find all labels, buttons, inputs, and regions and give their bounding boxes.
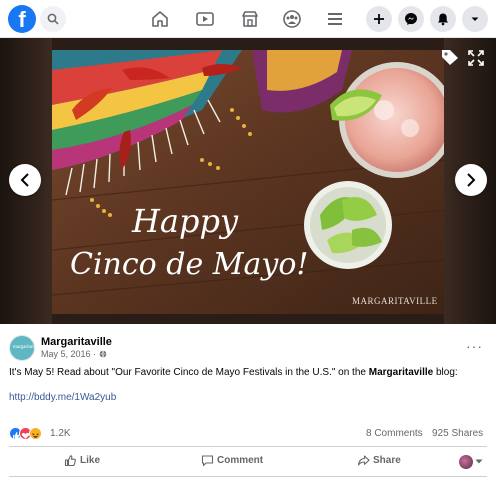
search-icon (47, 13, 59, 25)
fullscreen-expand-icon[interactable] (468, 50, 484, 66)
home-icon[interactable] (149, 8, 171, 30)
bell-icon (438, 13, 448, 26)
comment-label: Comment (217, 455, 264, 466)
tag-icon[interactable] (440, 48, 460, 66)
caret-down-icon[interactable] (475, 459, 483, 465)
haha-reaction-icon (29, 427, 42, 440)
search-button[interactable] (40, 6, 66, 32)
caret-down-icon (471, 17, 479, 21)
post-text-part2: blog: (433, 367, 458, 378)
messenger-button[interactable] (398, 6, 424, 32)
comments-count[interactable]: 8 Comments (366, 428, 423, 439)
marketplace-icon[interactable] (239, 8, 261, 30)
post-text-part1: It's May 5! Read about "Our Favorite Cin… (9, 367, 369, 378)
thumbs-up-icon (64, 455, 76, 467)
top-navigation-bar: f (0, 0, 496, 38)
share-arrow-icon (357, 455, 370, 466)
post-date-text: May 5, 2016 · (41, 349, 99, 359)
watch-video-icon[interactable] (194, 8, 216, 30)
create-button[interactable] (366, 6, 392, 32)
image-watermark: MARGARITAVILLE (352, 296, 438, 306)
chevron-right-icon (467, 173, 476, 187)
post-image-viewer: Happy Cinco de Mayo! MARGARITAVILLE (0, 38, 496, 324)
next-image-button[interactable] (455, 164, 487, 196)
comment-button[interactable]: Comment (201, 452, 281, 472)
more-options-icon[interactable]: ··· (466, 338, 483, 354)
previous-image-button[interactable] (9, 164, 41, 196)
image-text-cinco-de-mayo: Cinco de Mayo! (70, 247, 308, 282)
groups-icon[interactable] (281, 8, 303, 30)
post-photo[interactable]: Happy Cinco de Mayo! MARGARITAVILLE (52, 50, 444, 314)
post-body: It's May 5! Read about "Our Favorite Cin… (9, 366, 487, 379)
share-button[interactable]: Share (357, 452, 417, 472)
share-as-profile-avatar[interactable] (459, 455, 473, 469)
share-label: Share (373, 455, 401, 466)
globe-icon (99, 350, 106, 358)
plus-icon (374, 14, 384, 24)
account-menu-button[interactable] (462, 6, 488, 32)
post-url-link[interactable]: http://bddy.me/1Wa2yub (9, 392, 116, 403)
messenger-icon (405, 13, 417, 25)
shares-count[interactable]: 925 Shares (432, 428, 483, 439)
comment-bubble-icon (201, 455, 214, 467)
chevron-left-icon (20, 173, 29, 187)
cinco-de-mayo-illustration: Happy Cinco de Mayo! MARGARITAVILLE (52, 50, 444, 314)
divider (9, 476, 487, 477)
reaction-count[interactable]: 1.2K (50, 428, 71, 439)
like-button[interactable]: Like (64, 452, 124, 472)
post-timestamp[interactable]: May 5, 2016 · (41, 349, 107, 359)
menu-icon[interactable] (324, 8, 346, 30)
facebook-logo-icon[interactable]: f (8, 5, 36, 33)
avatar-text: margaritaville (13, 345, 41, 350)
like-label: Like (80, 455, 101, 466)
image-text-happy: Happy (131, 202, 239, 240)
divider (9, 446, 487, 447)
reaction-icons[interactable] (9, 427, 49, 441)
post-text-bold-link[interactable]: Margaritaville (369, 367, 433, 378)
notifications-button[interactable] (430, 6, 456, 32)
page-name[interactable]: Margaritaville (41, 336, 112, 348)
page-avatar[interactable]: margaritaville (9, 335, 41, 361)
